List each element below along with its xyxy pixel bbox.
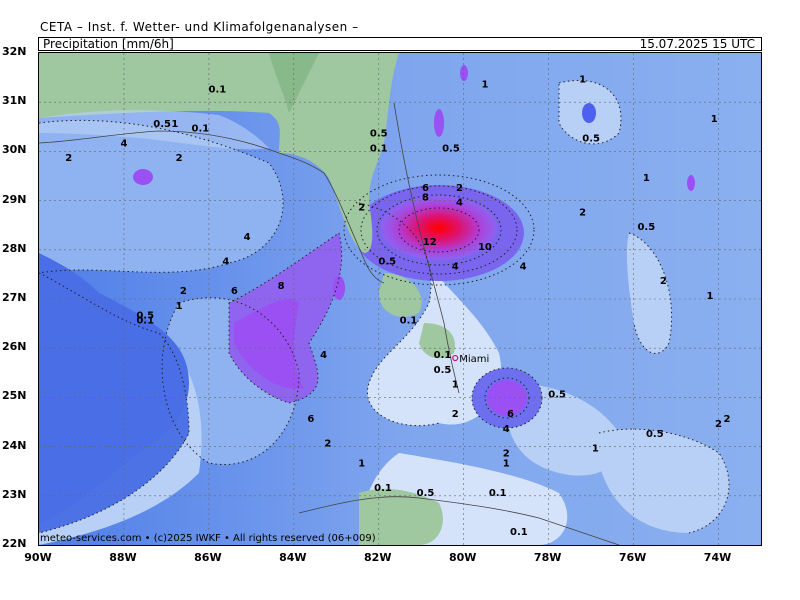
contour-label: 2 [176, 153, 183, 164]
contour-label: 2 [358, 202, 365, 213]
contour-label: 0.1 [209, 84, 227, 95]
contour-label: 0.5 [637, 222, 655, 233]
lat-label: 22N [2, 537, 27, 550]
lon-label: 80W [448, 551, 477, 564]
lat-label: 32N [2, 45, 27, 58]
contour-label: 8 [422, 193, 429, 204]
label-bar: Precipitation [mm/6h] 15.07.2025 15 UTC [38, 37, 762, 51]
contour-label: 0.5 [153, 119, 171, 130]
contour-label: 0.5 [417, 488, 435, 499]
lat-label: 25N [2, 389, 27, 403]
contour-label: 4 [520, 261, 527, 272]
contour-label: 2 [579, 207, 586, 218]
lon-label: 88W [109, 551, 137, 564]
lon-label: 78W [533, 551, 562, 564]
lon-label: 86W [194, 551, 222, 564]
contour-label: 0.5 [370, 129, 388, 140]
contour-label: 2 [180, 286, 187, 297]
contour-label: 0.1 [192, 124, 210, 135]
contour-label: 4 [244, 232, 251, 243]
contour-label: 1 [358, 458, 365, 469]
valid-time-label: 15.07.2025 15 UTC [639, 37, 755, 51]
contour-label: 2 [324, 439, 331, 450]
lat-label: 27N [2, 291, 27, 304]
contour-label: 8 [278, 281, 285, 292]
contour-label: 10 [478, 242, 492, 253]
contour-label: 1 [707, 291, 714, 302]
lon-label: 82W [364, 551, 392, 564]
contour-label: 6 [307, 414, 314, 425]
contour-label: 1 [481, 79, 488, 90]
contour-label: 1 [452, 380, 459, 391]
contour-label: 4 [456, 198, 463, 209]
lat-label: 24N [2, 438, 27, 452]
city-label-miami: Miami [459, 354, 489, 365]
contour-label: 2 [65, 153, 72, 164]
parameter-label: Precipitation [mm/6h] [43, 37, 174, 51]
contour-label: 1 [171, 119, 178, 130]
contour-label: 1 [176, 301, 183, 312]
lon-label: 74W [703, 551, 732, 564]
footer-credit: meteo-services.com • (c)2025 IWKF • All … [40, 533, 376, 544]
lon-label: 76W [618, 551, 647, 564]
lat-label: 29N [2, 192, 27, 206]
contour-label: 4 [452, 261, 459, 272]
contour-label: 1 [503, 458, 510, 469]
contour-label: 4 [503, 424, 510, 435]
contour-label: 0.5 [434, 365, 452, 376]
contour-label: 0.5 [548, 389, 566, 400]
contour-label: 4 [320, 350, 327, 361]
contour-label: 0.1 [510, 527, 528, 538]
lat-label: 30N [2, 143, 27, 157]
lat-label: 26N [2, 340, 27, 354]
lon-label: 90W [24, 551, 52, 564]
map-canvas: Miami 0.10.5 0.1 0.50.1 0.51 10.512412682412… [39, 53, 761, 545]
precip-cell [333, 276, 345, 300]
contour-label: 1 [711, 114, 718, 125]
lat-label: 28N [2, 241, 27, 255]
contour-label: 0.5 [646, 429, 664, 440]
contour-label: 1 [592, 444, 599, 455]
contour-label: 0.5 [442, 143, 460, 154]
precip-cell [687, 175, 695, 191]
contour-label: 4 [120, 138, 127, 149]
contour-label: 0.1 [434, 350, 452, 361]
contour-label: 1 [579, 75, 586, 86]
contour-label: 1 [643, 173, 650, 184]
contour-label: 0.1 [489, 488, 507, 499]
lon-label: 84W [279, 551, 307, 564]
contour-label: 0.1 [136, 316, 154, 327]
precipitation-map: Miami 0.1 0.5 0.1 0.5 0.1 0.5 1 1 0.5 1 2 4 1 2 6 8 2 4 12… [38, 52, 762, 546]
precip-cell [434, 109, 444, 137]
contour-label: 0.5 [378, 257, 396, 268]
contour-label: 2 [715, 419, 722, 430]
lat-label: 31N [2, 94, 27, 108]
lat-label: 23N [2, 487, 27, 501]
contour-label: 0.1 [370, 143, 388, 154]
contour-label: 2 [456, 183, 463, 194]
precip-cell [582, 103, 596, 123]
contour-label: 0.1 [400, 316, 418, 327]
contour-label: 0.1 [374, 483, 392, 494]
contour-label: 12 [423, 237, 437, 248]
contour-label: 0.5 [582, 134, 600, 145]
contour-label: 2 [452, 409, 459, 420]
contour-label: 4 [222, 257, 229, 268]
contour-label: 2 [724, 414, 731, 425]
contour-label: 6 [507, 409, 514, 420]
header-title: CETA – Inst. f. Wetter- und Klimafolgena… [40, 20, 359, 34]
precip-cell [133, 169, 153, 185]
contour-label: 6 [231, 286, 238, 297]
contour-label: 2 [660, 276, 667, 287]
